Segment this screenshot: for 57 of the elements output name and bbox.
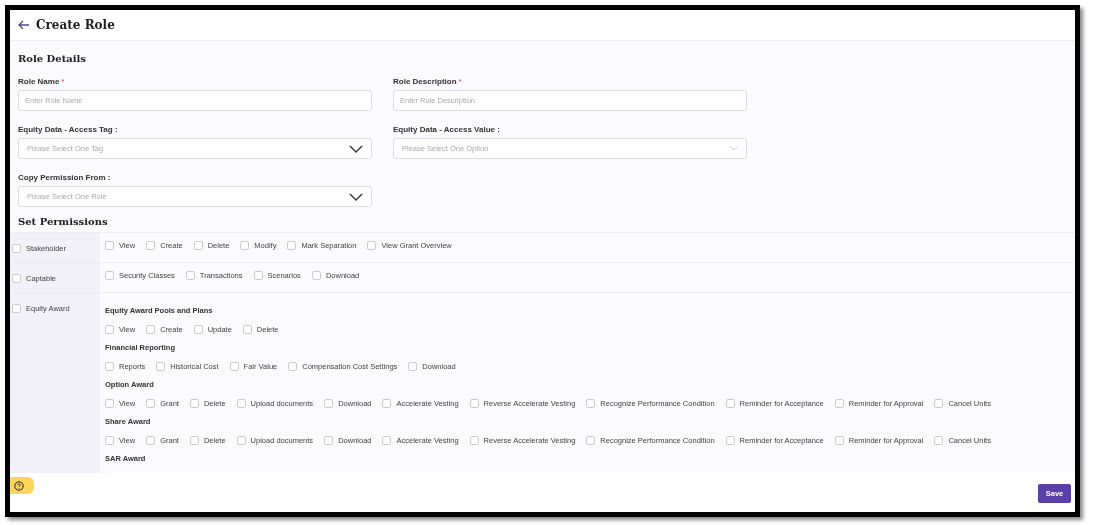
checkbox[interactable] <box>146 325 156 334</box>
checkbox[interactable] <box>105 241 114 250</box>
checkbox[interactable] <box>236 436 246 445</box>
checkbox[interactable] <box>105 436 114 445</box>
checkbox[interactable] <box>834 436 844 445</box>
checkbox[interactable] <box>367 241 377 250</box>
checkbox[interactable] <box>382 399 392 408</box>
section-title: Set Permissions <box>17 215 109 229</box>
field-label: Role Name <box>18 77 60 86</box>
section-title: Role Details <box>17 52 87 64</box>
checkbox[interactable] <box>12 274 21 283</box>
checkbox[interactable] <box>834 399 844 408</box>
back-arrow-icon[interactable] <box>18 20 30 30</box>
checkbox[interactable] <box>324 399 334 408</box>
help-icon <box>14 480 24 491</box>
checkbox[interactable] <box>12 244 21 253</box>
checkbox[interactable] <box>725 436 735 445</box>
field-label: Equity Data - Access Value : <box>393 125 500 134</box>
checkbox[interactable] <box>229 362 239 371</box>
checkbox[interactable] <box>193 241 203 250</box>
checkbox[interactable] <box>146 436 156 445</box>
checkbox[interactable] <box>105 325 114 334</box>
field-label: Role Description <box>393 77 457 86</box>
checkbox[interactable] <box>156 362 166 371</box>
required-mark: * <box>61 77 65 86</box>
checkbox[interactable] <box>12 304 21 313</box>
page-title: Create Role <box>36 18 115 32</box>
field-label: Equity Data - Access Tag : <box>18 125 118 134</box>
checkbox[interactable] <box>287 241 297 250</box>
checkbox[interactable] <box>105 271 114 280</box>
field-label: Copy Permission From : <box>18 173 111 182</box>
checkbox[interactable] <box>288 362 298 371</box>
checkbox[interactable] <box>934 399 944 408</box>
checkbox[interactable] <box>189 399 199 408</box>
help-button[interactable] <box>10 477 34 494</box>
checkbox[interactable] <box>253 271 263 280</box>
checkbox[interactable] <box>240 241 250 250</box>
checkbox[interactable] <box>469 436 479 445</box>
checkbox[interactable] <box>189 436 199 445</box>
checkbox[interactable] <box>236 399 246 408</box>
checkbox[interactable] <box>242 325 252 334</box>
checkbox[interactable] <box>146 241 156 250</box>
checkbox[interactable] <box>146 399 156 408</box>
checkbox[interactable] <box>193 325 203 334</box>
checkbox[interactable] <box>408 362 418 371</box>
checkbox[interactable] <box>382 436 392 445</box>
checkbox[interactable] <box>311 271 321 280</box>
checkbox[interactable] <box>586 399 596 408</box>
checkbox[interactable] <box>324 436 334 445</box>
checkbox[interactable] <box>469 399 479 408</box>
checkbox[interactable] <box>586 436 596 445</box>
required-mark: * <box>458 77 462 86</box>
checkbox[interactable] <box>105 399 114 408</box>
checkbox[interactable] <box>105 362 114 371</box>
checkbox[interactable] <box>185 271 195 280</box>
checkbox[interactable] <box>934 436 944 445</box>
checkbox[interactable] <box>725 399 735 408</box>
